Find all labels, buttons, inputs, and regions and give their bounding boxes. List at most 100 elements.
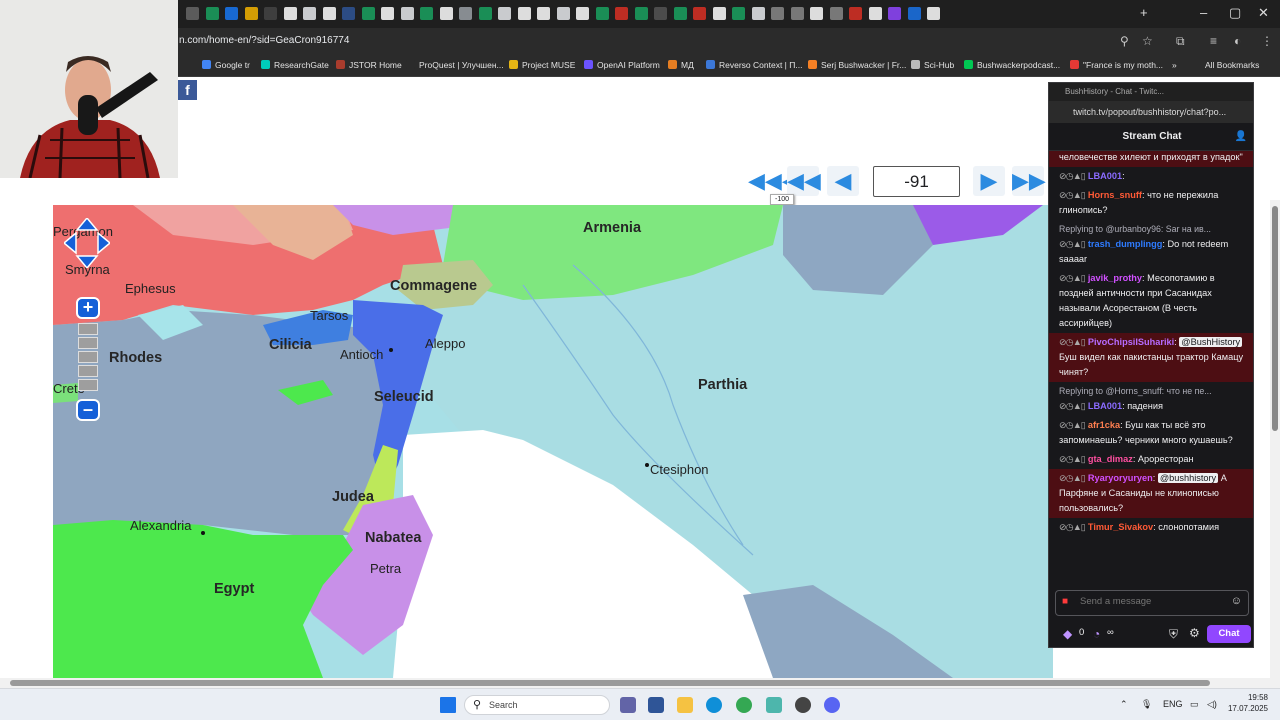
chat-username[interactable]: Horns_snuff — [1088, 190, 1142, 200]
mod-badges-icon[interactable]: ⊘◷▲▯ — [1059, 420, 1086, 430]
bookmark-item[interactable]: Google tr — [202, 60, 250, 70]
chat-message[interactable]: ⊘◷▲▯ javik_prothy: Месопотамию в поздней … — [1049, 269, 1253, 333]
chrome-icon[interactable] — [736, 697, 752, 713]
bookmark-item[interactable]: Project MUSE — [509, 60, 575, 70]
vertical-scrollbar[interactable] — [1270, 200, 1280, 678]
tab-favicon-icon[interactable] — [615, 7, 628, 20]
volume-icon[interactable]: ◁) — [1207, 699, 1217, 710]
users-icon[interactable]: 👤 — [1235, 123, 1247, 151]
camera-icon[interactable]: ■ — [1062, 596, 1068, 607]
zoom-level[interactable] — [78, 337, 98, 349]
app-icon[interactable] — [766, 697, 782, 713]
edge-icon[interactable] — [706, 697, 722, 713]
tab-favicon-icon[interactable] — [712, 7, 726, 20]
bookmark-item[interactable]: "France is my moth... — [1070, 60, 1163, 70]
mention[interactable]: @bushhistory — [1157, 473, 1219, 483]
mod-badges-icon[interactable]: ⊘◷▲▯ — [1059, 239, 1086, 249]
tab-favicon-icon[interactable] — [381, 7, 394, 20]
tab-favicon-icon[interactable] — [517, 7, 531, 20]
historical-map[interactable]: Pergamon Smyrna Ephesus Armenia Commagen… — [53, 205, 1053, 678]
zoom-out-button[interactable]: – — [76, 399, 100, 421]
bookmark-item[interactable]: JSTOR Home — [336, 60, 402, 70]
store-icon[interactable] — [648, 697, 664, 713]
chat-username[interactable]: afr1cka — [1088, 420, 1120, 430]
chat-input[interactable] — [1080, 596, 1220, 607]
reading-list-icon[interactable]: ≡ — [1210, 34, 1217, 48]
minimize-button[interactable]: – — [1200, 6, 1207, 20]
tab-favicon-icon[interactable] — [654, 7, 667, 20]
chat-message[interactable]: ⊘◷▲▯ LBA001: — [1049, 167, 1253, 186]
monitor-icon[interactable]: ▭ — [1190, 699, 1199, 710]
bookmark-item[interactable]: Bushwackerpodcast... — [964, 60, 1060, 70]
tab-favicon-icon[interactable] — [400, 7, 414, 20]
tab-favicon-icon[interactable] — [322, 7, 336, 20]
obs-icon[interactable] — [795, 697, 811, 713]
zoom-level[interactable] — [78, 365, 98, 377]
tab-favicon-icon[interactable] — [244, 7, 258, 20]
chat-username[interactable]: Timur_Sivakov — [1088, 522, 1153, 532]
chat-username[interactable]: Ryaryoryuryen — [1088, 473, 1153, 483]
year-input[interactable]: -91 — [873, 166, 960, 197]
tray-chevron-icon[interactable]: ⌃ — [1120, 699, 1128, 710]
tab-favicon-icon[interactable] — [849, 7, 862, 20]
bookmark-item[interactable]: Serj Bushwacker | Fr... — [808, 60, 906, 70]
tab-favicon-icon[interactable] — [673, 7, 687, 20]
tab-favicon-icon[interactable] — [576, 7, 589, 20]
tab-favicon-icon[interactable] — [771, 7, 784, 20]
tab-favicon-icon[interactable] — [829, 7, 843, 20]
tab-favicon-icon[interactable] — [888, 7, 901, 20]
chat-username[interactable]: gta_dimaz — [1088, 454, 1133, 464]
mod-badges-icon[interactable]: ⊘◷▲▯ — [1059, 190, 1086, 200]
forward-1-button[interactable]: ▶ — [973, 166, 1005, 196]
tab-favicon-icon[interactable] — [693, 7, 706, 20]
tab-favicon-icon[interactable] — [537, 7, 550, 20]
extensions-icon[interactable]: ⧉ — [1176, 34, 1185, 48]
forward-10-button[interactable]: ▶▶ — [1012, 166, 1046, 196]
zoom-in-button[interactable]: + — [76, 297, 100, 319]
tab-favicon-icon[interactable] — [186, 7, 199, 20]
zoom-level[interactable] — [78, 351, 98, 363]
chat-message[interactable]: ⊘◷▲▯ Timur_Sivakov: слонопотамия — [1049, 518, 1253, 537]
tab-favicon-icon[interactable] — [264, 7, 277, 20]
scroll-thumb[interactable] — [1272, 206, 1278, 431]
teams-icon[interactable] — [620, 697, 636, 713]
chat-send-button[interactable]: Chat — [1207, 625, 1251, 643]
zoom-level[interactable] — [78, 379, 98, 391]
tab-favicon-icon[interactable] — [634, 7, 648, 20]
chat-input-box[interactable]: ■ ☺ — [1055, 590, 1249, 616]
taskbar-search[interactable]: ⚲ Search — [464, 695, 610, 715]
mod-badges-icon[interactable]: ⊘◷▲▯ — [1059, 473, 1086, 483]
bookmark-item[interactable]: Sci-Hub — [911, 60, 954, 70]
close-window-button[interactable]: ✕ — [1258, 6, 1269, 20]
explorer-icon[interactable] — [677, 697, 693, 713]
tab-favicon-icon[interactable] — [205, 7, 219, 20]
discord-icon[interactable] — [824, 697, 840, 713]
mod-badges-icon[interactable]: ⊘◷▲▯ — [1059, 273, 1086, 283]
scroll-thumb[interactable] — [10, 680, 1210, 686]
zoom-level[interactable] — [78, 323, 98, 335]
facebook-icon[interactable]: f — [178, 80, 197, 100]
tab-favicon-icon[interactable] — [459, 7, 472, 20]
chat-url[interactable]: twitch.tv/popout/bushhistory/chat?po... — [1049, 101, 1253, 123]
chat-message[interactable]: ⊘◷▲▯ PivoChipsiISuhariki: @BushHistory Бу… — [1049, 333, 1253, 382]
clock[interactable]: 19:58 17.07.2025 — [1226, 692, 1268, 714]
chat-username[interactable]: trash_dumplingg — [1088, 239, 1163, 249]
chat-message[interactable]: ⊘◷▲▯ gta_dimaz: Ароресторан — [1049, 450, 1253, 469]
channel-points-icon[interactable]: ◆ — [1063, 627, 1072, 641]
chat-username[interactable]: LBA001 — [1088, 401, 1122, 411]
chat-message[interactable]: ⊘◷▲▯ afr1cka: Буш как ты всё это запомина… — [1049, 416, 1253, 450]
horizontal-scrollbar[interactable] — [0, 678, 1280, 688]
chat-username[interactable]: javik_prothy — [1088, 273, 1142, 283]
timer-icon[interactable]: ◔ — [1093, 627, 1100, 641]
tab-favicon-icon[interactable] — [790, 7, 804, 20]
bookmark-item[interactable]: МД — [668, 60, 694, 70]
reply-context[interactable]: Replying to @Horns_snuff: что не пе... — [1059, 384, 1245, 399]
settings-icon[interactable]: ⚙ — [1189, 626, 1200, 640]
bookmark-item[interactable]: ResearchGate — [261, 60, 329, 70]
tab-favicon-icon[interactable] — [810, 7, 823, 20]
maximize-button[interactable]: ▢ — [1229, 6, 1241, 20]
mod-badges-icon[interactable]: ⊘◷▲▯ — [1059, 337, 1086, 347]
tab-favicon-icon[interactable] — [927, 7, 940, 20]
pan-control[interactable] — [62, 216, 112, 270]
mic-icon[interactable]: 🎙 — [1141, 699, 1152, 710]
